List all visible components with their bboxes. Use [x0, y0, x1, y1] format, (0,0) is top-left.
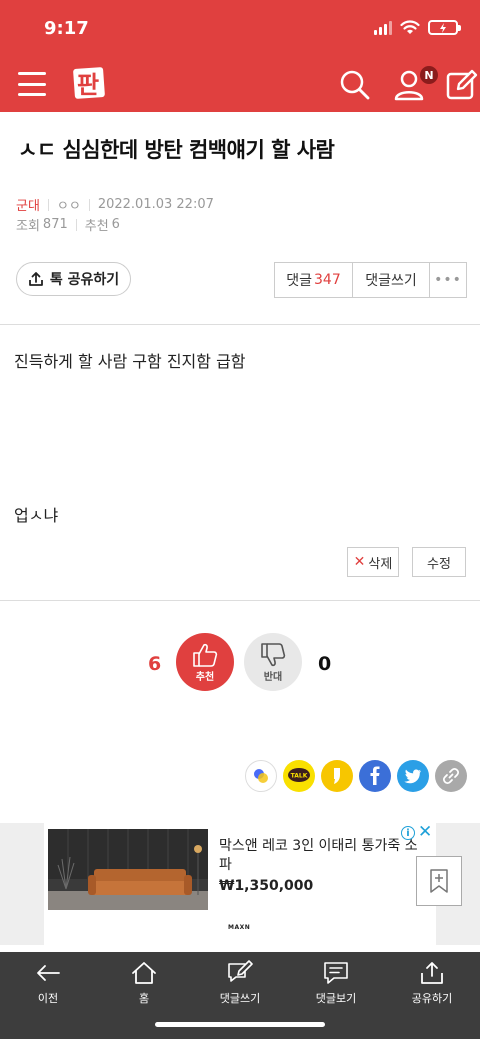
post-stats: 조회 871 추천 6: [16, 215, 120, 234]
recommend-count: 6: [111, 217, 120, 232]
divider: [88, 198, 90, 211]
menu-icon[interactable]: [18, 72, 46, 96]
search-icon[interactable]: [338, 68, 372, 102]
ad-title[interactable]: 막스앤 레코 3인 이태리 통가죽 소파: [219, 837, 424, 875]
downvote-count: 0: [318, 653, 332, 675]
downvote-label: 반대: [263, 671, 283, 683]
home-icon: [132, 962, 156, 984]
write-icon: [228, 960, 253, 982]
upvote-label: 추천: [195, 671, 215, 683]
divider: [0, 324, 480, 325]
delete-label: 삭제: [368, 556, 393, 572]
svg-text:TALK: TALK: [291, 773, 308, 780]
write-post-icon[interactable]: [445, 68, 479, 102]
kakao-share-button[interactable]: 톡 공유하기: [16, 262, 131, 296]
comments-label: 댓글: [286, 273, 313, 289]
post-title: ㅅㄷ 심심한데 방탄 컴백얘기 할 사람: [18, 138, 335, 162]
pann-logo[interactable]: 판: [72, 64, 112, 102]
divider: [75, 218, 77, 231]
twitter-icon[interactable]: [397, 760, 429, 792]
divider: [47, 198, 49, 211]
notification-badge[interactable]: N: [419, 65, 439, 85]
post-body-line: 업ㅅ냐: [14, 506, 59, 525]
comment-button-group: 댓글 347 댓글쓰기 •••: [274, 262, 467, 298]
thumbs-down-icon: [261, 642, 286, 666]
ad-price[interactable]: ₩1,350,000: [219, 878, 313, 894]
comments-count: 347: [314, 272, 341, 288]
post-meta: 군대 ㅇㅇ 2022.01.03 22:07: [16, 195, 214, 214]
link-icon[interactable]: [435, 760, 467, 792]
divider: [0, 600, 480, 601]
ad-close-icon[interactable]: ✕: [418, 822, 432, 842]
upvote-count: 6: [148, 653, 162, 675]
ad-info-icon[interactable]: i: [401, 826, 415, 840]
ad-sofa-image[interactable]: [48, 829, 208, 910]
thumbs-up-icon: [193, 643, 218, 667]
nav-home-label: 홈: [138, 992, 150, 1005]
post-author: ㅇㅇ: [56, 199, 81, 214]
upvote-button[interactable]: 추천: [176, 633, 234, 691]
views-count: 871: [42, 217, 68, 232]
post-body-line: 진득하게 할 사람 구함 진지함 급함: [14, 352, 246, 371]
delete-button[interactable]: ✕ 삭제: [347, 547, 399, 577]
share-label: 톡 공유하기: [49, 272, 120, 288]
share-icon: [421, 962, 443, 984]
nav-back-label: 이전: [37, 992, 59, 1005]
edit-button[interactable]: 수정: [412, 547, 466, 577]
comments-button[interactable]: 댓글 347: [275, 263, 353, 297]
wifi-icon: [400, 20, 420, 34]
kakaotalk-icon[interactable]: TALK: [283, 760, 315, 792]
nav-write-comment[interactable]: 댓글쓰기: [192, 960, 288, 1006]
more-button[interactable]: •••: [430, 263, 466, 297]
nav-share[interactable]: 공유하기: [384, 960, 480, 1006]
nav-view-comments-label: 댓글보기: [315, 992, 357, 1005]
status-icons: [374, 20, 461, 35]
ad-bookmark-button[interactable]: [416, 856, 462, 906]
nav-home[interactable]: 홈: [96, 960, 192, 1006]
recommend-label: 추천: [84, 219, 109, 234]
comments-icon: [324, 962, 348, 984]
home-indicator[interactable]: [155, 1022, 325, 1027]
post-datetime: 2022.01.03 22:07: [97, 197, 214, 212]
downvote-button[interactable]: 반대: [244, 633, 302, 691]
nav-back[interactable]: 이전: [0, 960, 96, 1006]
band-icon[interactable]: [245, 760, 277, 792]
share-icon: [28, 272, 43, 286]
views-label: 조회: [16, 219, 40, 234]
close-icon: ✕: [353, 554, 366, 570]
app-header: 9:17 판 N: [0, 0, 480, 112]
nav-view-comments[interactable]: 댓글보기: [288, 960, 384, 1006]
battery-icon: [428, 20, 461, 35]
ad-brand-logo: MAXN: [228, 924, 251, 931]
bookmark-icon: [430, 869, 448, 893]
write-comment-button[interactable]: 댓글쓰기: [353, 263, 430, 297]
svg-text:판: 판: [77, 71, 99, 99]
back-arrow-icon: [37, 965, 60, 981]
status-time: 9:17: [44, 18, 89, 39]
signal-icon: [374, 20, 392, 35]
kakaostory-icon[interactable]: [321, 760, 353, 792]
nav-write-comment-label: 댓글쓰기: [219, 992, 261, 1005]
facebook-icon[interactable]: [359, 760, 391, 792]
nav-share-label: 공유하기: [411, 992, 453, 1005]
post-category[interactable]: 군대: [16, 195, 40, 214]
